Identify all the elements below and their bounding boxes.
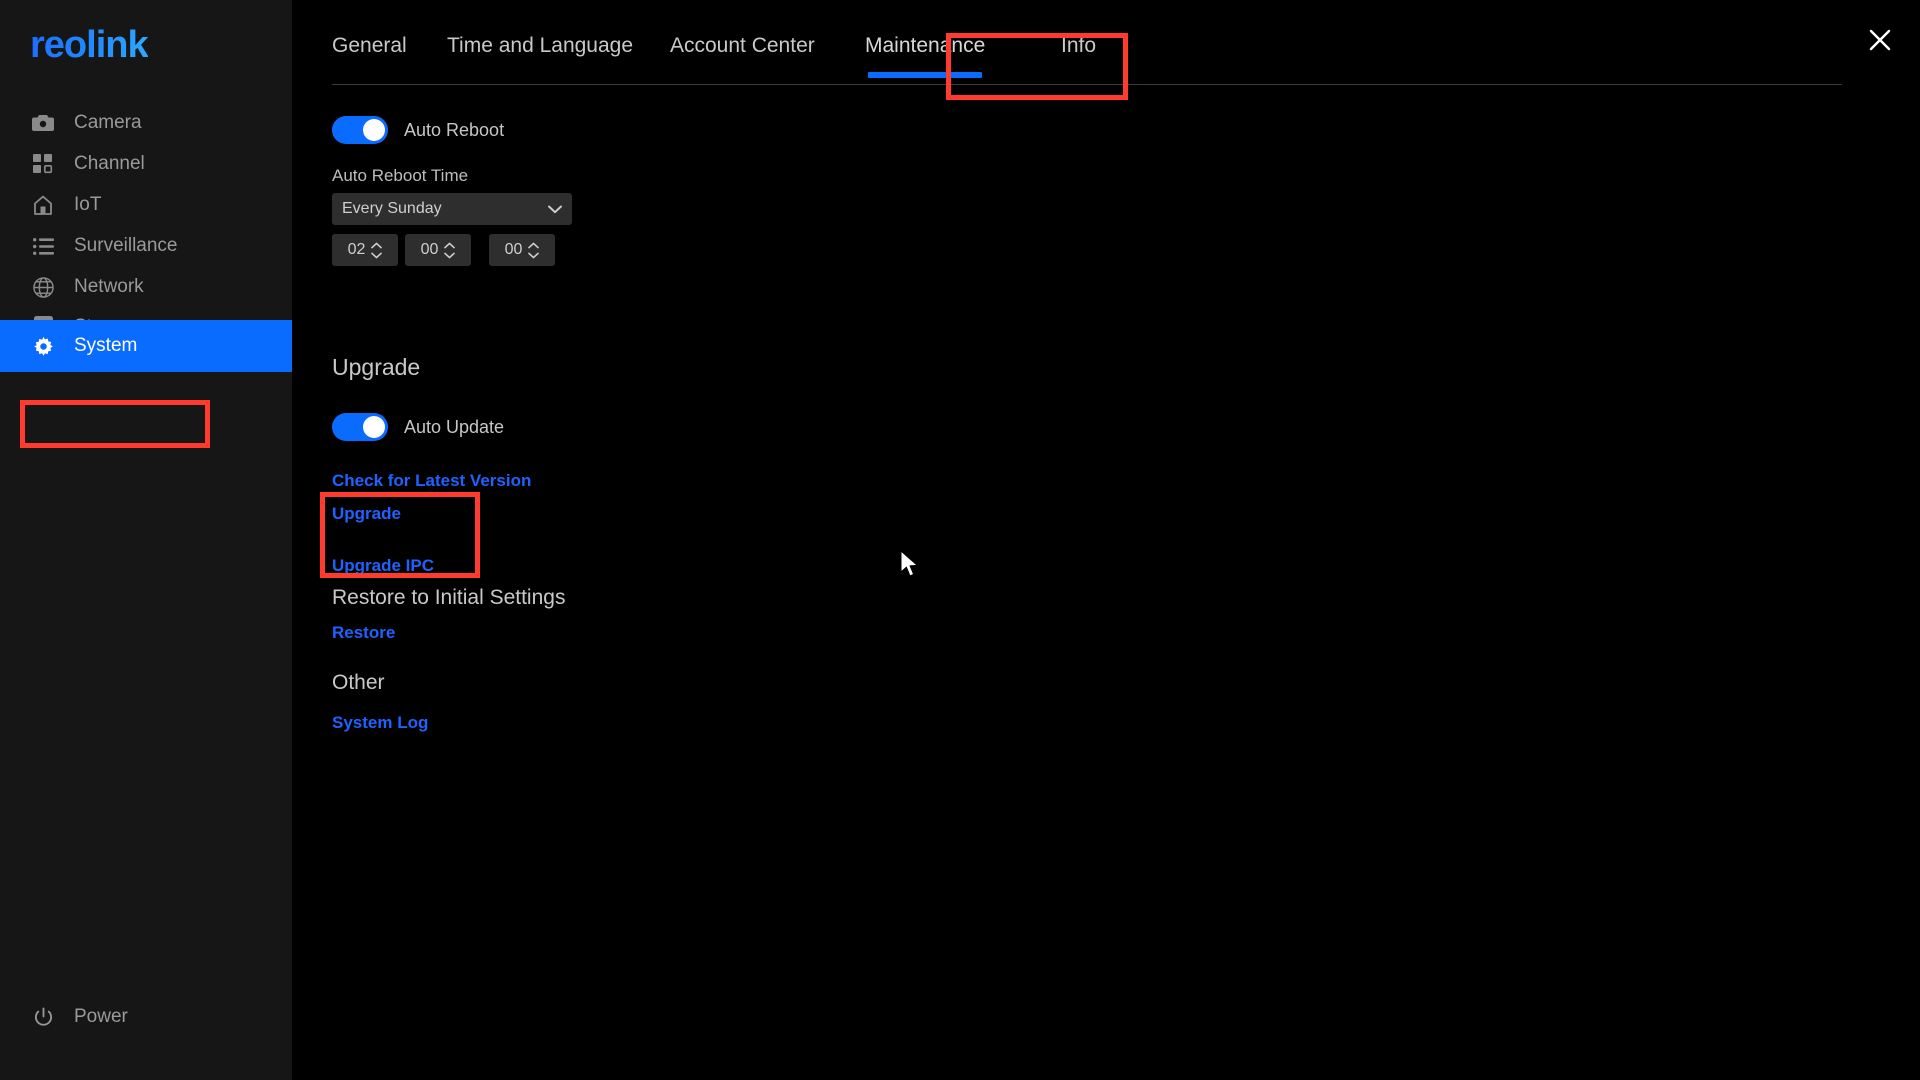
- restore-link[interactable]: Restore: [332, 623, 395, 643]
- sidebar-item-label: System: [74, 335, 138, 356]
- other-heading: Other: [332, 671, 385, 694]
- sidebar-item-label: Surveillance: [74, 235, 178, 256]
- hour-value: 02: [347, 241, 366, 258]
- sidebar-item-system[interactable]: System: [0, 320, 292, 372]
- auto-reboot-minute-stepper[interactable]: 00: [405, 234, 471, 266]
- auto-reboot-day-select[interactable]: Every Sunday: [332, 193, 572, 225]
- reolink-settings-window: reolink Camera Channel IoT Surveillance …: [0, 0, 1920, 1080]
- sidebar-item-power[interactable]: Power: [0, 992, 292, 1042]
- chevron-down-icon: [444, 252, 456, 258]
- upgrade-link[interactable]: Upgrade: [332, 504, 401, 524]
- auto-reboot-hour-stepper[interactable]: 02: [332, 234, 398, 266]
- camera-icon: [30, 110, 56, 136]
- gear-icon: [30, 333, 56, 359]
- stepper-arrows[interactable]: [444, 242, 456, 259]
- tab-account-center[interactable]: Account Center: [670, 34, 815, 68]
- toggle-knob: [363, 416, 385, 438]
- system-log-link[interactable]: System Log: [332, 713, 428, 733]
- chevron-down-icon: [371, 252, 383, 258]
- settings-tabbar: General Time and Language Account Center…: [292, 0, 1920, 86]
- globe-icon: [30, 274, 56, 300]
- upgrade-heading: Upgrade: [332, 354, 421, 380]
- sidebar-item-label: Channel: [74, 153, 145, 174]
- chevron-up-icon: [528, 242, 540, 248]
- restore-heading: Restore to Initial Settings: [332, 586, 566, 609]
- sidebar-item-label: IoT: [74, 194, 102, 215]
- stepper-arrows[interactable]: [371, 242, 383, 259]
- mouse-cursor: [900, 550, 919, 577]
- reolink-logo: reolink: [30, 24, 149, 66]
- auto-reboot-day-value: Every Sunday: [342, 200, 442, 217]
- tab-maintenance[interactable]: Maintenance: [865, 34, 986, 78]
- chevron-up-icon: [444, 242, 456, 248]
- home-icon: [30, 192, 56, 218]
- tab-info[interactable]: Info: [1061, 34, 1096, 68]
- list-icon: [30, 233, 56, 259]
- sidebar-item-label: Power: [74, 1006, 128, 1027]
- second-value: 00: [504, 241, 523, 258]
- sidebar-item-label: Camera: [74, 112, 142, 133]
- check-for-latest-version-link[interactable]: Check for Latest Version: [332, 471, 531, 491]
- sidebar: reolink Camera Channel IoT Surveillance …: [0, 0, 292, 1080]
- toggle-knob: [363, 119, 385, 141]
- auto-reboot-label: Auto Reboot: [404, 120, 505, 140]
- tab-general[interactable]: General: [332, 34, 407, 68]
- auto-update-toggle[interactable]: [332, 413, 388, 441]
- close-button[interactable]: [1860, 20, 1900, 60]
- tab-maintenance-label: Maintenance: [865, 34, 986, 57]
- auto-reboot-toggle[interactable]: [332, 116, 388, 144]
- grid-icon: [30, 151, 56, 177]
- tabbar-divider: [332, 84, 1842, 85]
- minute-value: 00: [420, 241, 439, 258]
- tab-time-and-language[interactable]: Time and Language: [447, 34, 633, 68]
- maintenance-panel: Auto Reboot Auto Reboot Time Every Sunda…: [292, 86, 1920, 1080]
- auto-update-label: Auto Update: [404, 417, 505, 437]
- active-tab-underline: [868, 72, 983, 78]
- auto-reboot-time-label: Auto Reboot Time: [332, 166, 469, 185]
- auto-reboot-second-stepper[interactable]: 00: [489, 234, 555, 266]
- sidebar-item-label: Network: [74, 276, 144, 297]
- upgrade-ipc-link[interactable]: Upgrade IPC: [332, 556, 434, 576]
- chevron-down-icon: [548, 205, 562, 214]
- stepper-arrows[interactable]: [528, 242, 540, 259]
- close-icon: [1869, 29, 1891, 51]
- chevron-up-icon: [371, 242, 383, 248]
- power-icon: [30, 1004, 56, 1030]
- chevron-down-icon: [528, 252, 540, 258]
